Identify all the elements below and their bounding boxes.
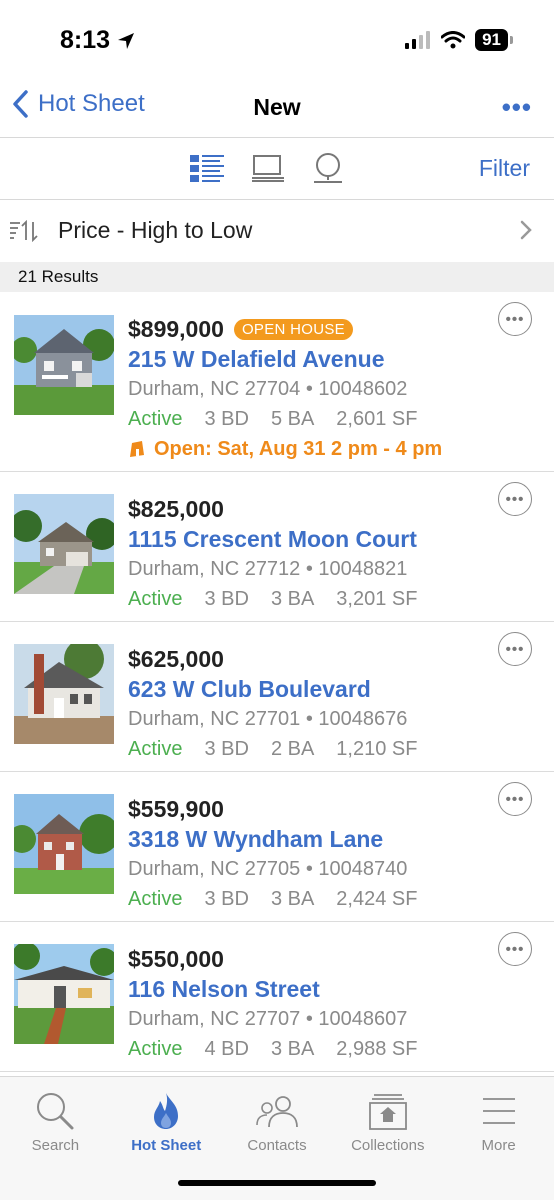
- listing-location: Durham, NC 27705 • 10048740: [128, 858, 408, 880]
- listing-photo[interactable]: [14, 644, 114, 744]
- sort-selector[interactable]: Price - High to Low: [0, 200, 554, 262]
- listing-beds: 3 BD: [204, 888, 249, 910]
- search-icon: [37, 1093, 74, 1130]
- listing-stats: Active 3 BD 3 BA 2,424 SF: [128, 884, 494, 914]
- home-indicator: [178, 1180, 376, 1186]
- location-arrow-icon: [118, 32, 135, 49]
- listing-sqft: 3,201 SF: [336, 588, 418, 610]
- open-house-badge: OPEN HOUSE: [233, 318, 353, 340]
- listing-more-button[interactable]: •••: [498, 632, 532, 666]
- listing-status: Active: [128, 588, 183, 610]
- view-mode-switcher: [190, 152, 344, 184]
- status-bar: 8:13 91: [0, 0, 554, 80]
- list-view-icon[interactable]: [190, 154, 224, 182]
- listing-address[interactable]: 116 Nelson Street: [128, 974, 494, 1004]
- open-house-flag-icon: [130, 441, 144, 457]
- tab-more[interactable]: More: [443, 1077, 554, 1200]
- open-house-info: Open: Sat, Aug 31 2 pm - 4 pm: [128, 434, 494, 464]
- listing-baths: 3 BA: [270, 1038, 315, 1060]
- view-toolbar: Filter: [0, 138, 554, 200]
- listing-status: Active: [128, 888, 183, 910]
- listing-beds: 3 BD: [204, 588, 249, 610]
- listing-sqft: 2,988 SF: [336, 1038, 418, 1060]
- tab-search[interactable]: Search: [0, 1077, 111, 1200]
- listing-item[interactable]: $899,000 OPEN HOUSE 215 W Delafield Aven…: [0, 292, 554, 472]
- page-title: New: [253, 94, 301, 120]
- listing-location: Durham, NC 27707 • 10048607: [128, 1008, 408, 1030]
- listing-item[interactable]: $825,000 1115 Crescent Moon Court Durham…: [0, 472, 554, 622]
- listing-status: Active: [128, 738, 183, 760]
- listing-item[interactable]: $550,000 116 Nelson Street Durham, NC 27…: [0, 922, 554, 1072]
- cellular-signal-icon: [405, 31, 431, 49]
- listing-stats: Active 3 BD 2 BA 1,210 SF: [128, 734, 494, 764]
- listing-sqft: 2,601 SF: [336, 408, 418, 430]
- sort-label: Price - High to Low: [58, 217, 253, 243]
- listing-location: Durham, NC 27701 • 10048676: [128, 708, 408, 730]
- listing-beds: 4 BD: [204, 1038, 249, 1060]
- listing-photo[interactable]: [14, 794, 114, 894]
- open-house-text: Open: Sat, Aug 31 2 pm - 4 pm: [154, 438, 443, 460]
- collections-icon: [368, 1094, 407, 1130]
- listing-status: Active: [128, 1038, 183, 1060]
- status-time: 8:13: [60, 26, 136, 55]
- listing-location: Durham, NC 27712 • 10048821: [128, 558, 408, 580]
- menu-icon: [482, 1098, 515, 1124]
- listing-status: Active: [128, 408, 183, 430]
- listing-photo[interactable]: [14, 944, 114, 1044]
- listing-sqft: 1,210 SF: [336, 738, 418, 760]
- listing-sqft: 2,424 SF: [336, 888, 418, 910]
- listing-price: $625,000: [128, 645, 224, 672]
- battery-icon: 91: [475, 29, 513, 51]
- listing-price: $899,000: [128, 315, 224, 342]
- listing-beds: 3 BD: [204, 408, 249, 430]
- tab-label: Contacts: [247, 1137, 307, 1154]
- listing-price: $825,000: [128, 495, 224, 522]
- listing-photo[interactable]: [14, 315, 114, 415]
- tab-label: More: [481, 1137, 516, 1154]
- listing-address[interactable]: 3318 W Wyndham Lane: [128, 824, 494, 854]
- listing-price: $550,000: [128, 945, 224, 972]
- listing-beds: 3 BD: [204, 738, 249, 760]
- listing-list: $899,000 OPEN HOUSE 215 W Delafield Aven…: [0, 292, 554, 1072]
- listing-photo[interactable]: [14, 494, 114, 594]
- listing-item[interactable]: $559,900 3318 W Wyndham Lane Durham, NC …: [0, 772, 554, 922]
- listing-location: Durham, NC 27704 • 10048602: [128, 378, 408, 400]
- tab-label: Hot Sheet: [131, 1137, 202, 1154]
- listing-stats: Active 4 BD 3 BA 2,988 SF: [128, 1034, 494, 1064]
- listing-more-button[interactable]: •••: [498, 932, 532, 966]
- listing-baths: 2 BA: [270, 738, 315, 760]
- navigation-bar: Hot Sheet New •••: [0, 80, 554, 138]
- listing-address[interactable]: 623 W Club Boulevard: [128, 674, 494, 704]
- tab-label: Search: [31, 1137, 80, 1154]
- wifi-icon: [441, 31, 466, 49]
- listing-item[interactable]: $625,000 623 W Club Boulevard Durham, NC…: [0, 622, 554, 772]
- listing-address[interactable]: 1115 Crescent Moon Court: [128, 524, 494, 554]
- listing-baths: 3 BA: [270, 888, 315, 910]
- listing-baths: 3 BA: [270, 588, 315, 610]
- status-indicators: 91: [405, 29, 513, 51]
- tab-label: Collections: [351, 1137, 425, 1154]
- listing-price: $559,900: [128, 795, 224, 822]
- listing-baths: 5 BA: [270, 408, 315, 430]
- listing-more-button[interactable]: •••: [498, 782, 532, 816]
- filter-button[interactable]: Filter: [479, 155, 530, 182]
- chevron-right-icon: [520, 220, 532, 240]
- flame-icon: [154, 1093, 179, 1129]
- listing-stats: Active 3 BD 3 BA 3,201 SF: [128, 584, 494, 614]
- listing-more-button[interactable]: •••: [498, 302, 532, 336]
- contacts-icon: [256, 1096, 298, 1128]
- listing-stats: Active 3 BD 5 BA 2,601 SF: [128, 404, 494, 434]
- more-options-button[interactable]: •••: [502, 92, 532, 123]
- sort-icon: [10, 220, 38, 242]
- status-time-text: 8:13: [60, 26, 111, 54]
- listing-address[interactable]: 215 W Delafield Avenue: [128, 344, 494, 374]
- listing-more-button[interactable]: •••: [498, 482, 532, 516]
- gallery-view-icon[interactable]: [252, 154, 284, 182]
- results-count: 21 Results: [0, 262, 554, 292]
- map-view-icon[interactable]: [312, 152, 344, 184]
